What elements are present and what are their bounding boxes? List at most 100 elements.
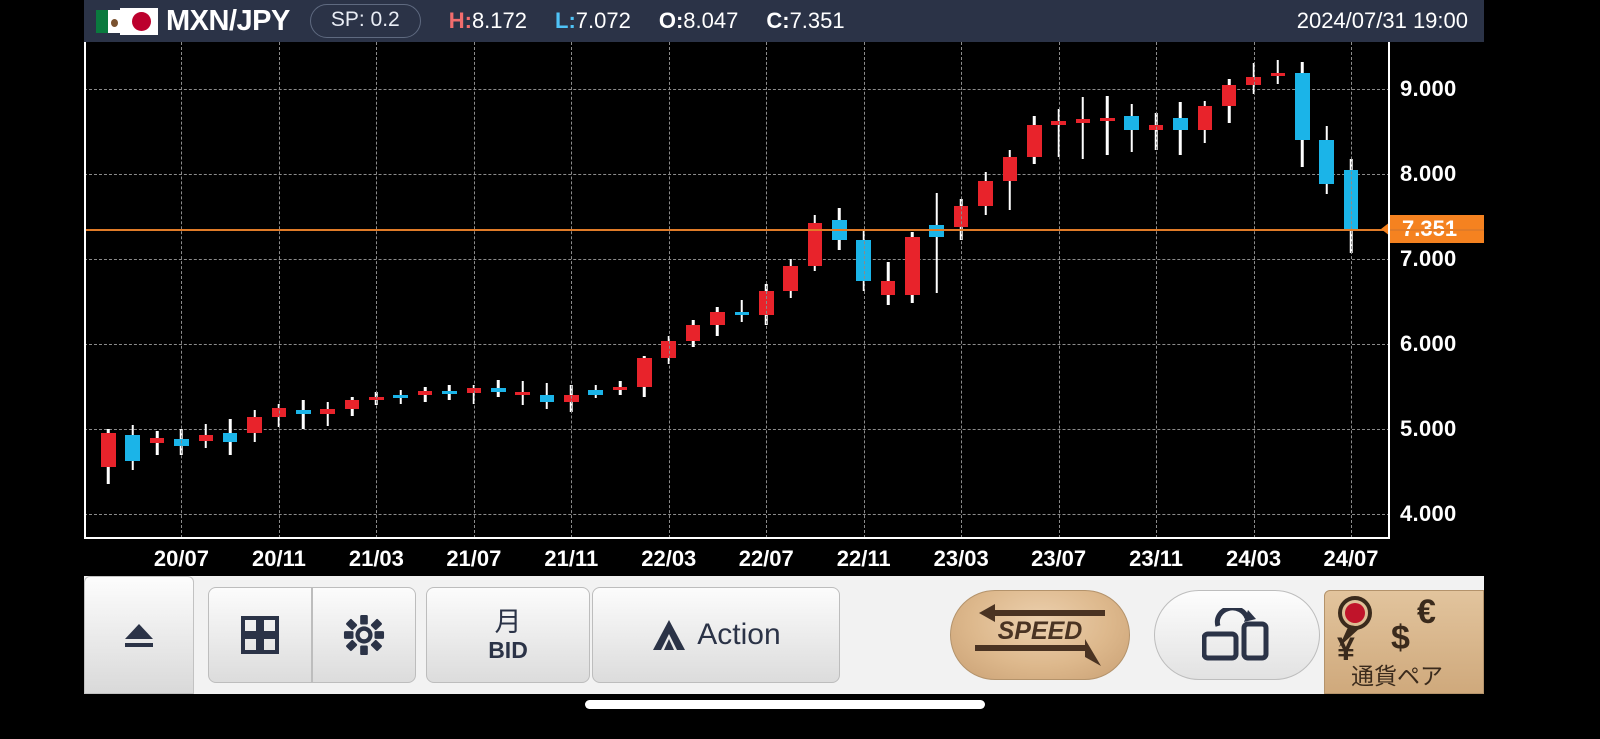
candle-body	[1295, 73, 1310, 139]
price-axis: 9.0008.0007.0006.0005.0004.0007.351	[1390, 42, 1484, 538]
candlestick	[1222, 42, 1237, 538]
euro-symbol: €	[1417, 593, 1436, 632]
timeframe-label: 月	[495, 607, 522, 637]
price-tick-label: 5.000	[1400, 416, 1457, 442]
candle-body	[125, 435, 140, 461]
candle-body	[1319, 140, 1334, 184]
candlestick	[101, 42, 116, 538]
currency-pair-title: MXN/JPY	[166, 5, 290, 38]
instrument-header: MXN/JPY SP: 0.2 H:8.172 L:7.072 O:8.047 …	[84, 0, 1484, 42]
candlestick	[150, 42, 165, 538]
time-tick-label: 20/07	[154, 546, 209, 572]
timeframe-group: 月 BID	[426, 587, 590, 683]
gridline-vertical	[1156, 42, 1157, 538]
candlestick-chart[interactable]	[84, 42, 1390, 538]
gridline-vertical	[864, 42, 865, 538]
candlestick	[1198, 42, 1213, 538]
mexico-seal-icon	[111, 19, 118, 27]
time-tick-label: 22/07	[739, 546, 794, 572]
time-tick-label: 24/03	[1226, 546, 1281, 572]
candlestick	[1295, 42, 1310, 538]
price-tick-label: 7.000	[1400, 246, 1457, 272]
candle-body	[345, 400, 360, 409]
eject-button[interactable]	[84, 576, 194, 694]
current-price-line-extension	[1390, 229, 1484, 231]
price-tick-label: 9.000	[1400, 76, 1457, 102]
time-tick-label: 21/11	[544, 546, 598, 572]
candle-wick	[1106, 96, 1109, 156]
gridline-vertical	[376, 42, 377, 538]
candlestick	[929, 42, 944, 538]
candle-body	[905, 237, 920, 295]
app-root: MXN/JPY SP: 0.2 H:8.172 L:7.072 O:8.047 …	[0, 0, 1600, 739]
candle-body	[199, 435, 214, 441]
candle-body	[393, 395, 408, 398]
open-value: O:8.047	[659, 8, 739, 34]
candlestick	[1124, 42, 1139, 538]
candle-body	[613, 387, 628, 390]
plot-border-right	[1388, 42, 1390, 538]
candle-body	[540, 395, 555, 402]
candle-wick	[326, 402, 329, 426]
candle-body	[442, 391, 457, 394]
candlestick	[320, 42, 335, 538]
gridline-vertical	[474, 42, 475, 538]
speed-button[interactable]: SPEED	[950, 590, 1130, 680]
grid-squares-icon	[240, 615, 280, 655]
candle-body	[1003, 157, 1018, 181]
candlestick	[686, 42, 701, 538]
candle-body	[735, 312, 750, 315]
speed-arrows-icon: SPEED	[965, 597, 1115, 673]
candle-body	[710, 312, 725, 326]
gridline-vertical	[279, 42, 280, 538]
candlestick	[1319, 42, 1334, 538]
timeframe-button[interactable]: 月 BID	[426, 587, 590, 683]
price-tick-label: 8.000	[1400, 161, 1457, 187]
time-tick-label: 20/11	[252, 546, 306, 572]
candle-body	[1100, 118, 1115, 121]
gridline-vertical	[766, 42, 767, 538]
candlestick	[1100, 42, 1115, 538]
high-number: 8.172	[472, 8, 527, 33]
candlestick	[491, 42, 506, 538]
price-tick-label: 4.000	[1400, 501, 1457, 527]
candle-body	[686, 325, 701, 340]
gridline-vertical	[571, 42, 572, 538]
currency-pair-button[interactable]: € $ ¥ 通貨ペア	[1324, 590, 1484, 694]
action-button[interactable]: Action	[592, 587, 840, 683]
low-key: L:	[555, 8, 576, 33]
candlestick	[783, 42, 798, 538]
candle-wick	[156, 431, 159, 455]
open-number: 8.047	[683, 8, 738, 33]
candle-wick	[1082, 97, 1085, 158]
speed-text: SPEED	[998, 617, 1083, 645]
low-value: L:7.072	[555, 8, 631, 34]
spread-badge: SP: 0.2	[310, 4, 421, 38]
right-bezel	[1484, 0, 1600, 739]
layout-grid-button[interactable]	[208, 587, 312, 683]
candlestick	[710, 42, 725, 538]
rotate-screen-icon	[1202, 608, 1272, 662]
gear-icon	[343, 614, 385, 656]
settings-button[interactable]	[312, 587, 416, 683]
candle-body	[320, 409, 335, 414]
home-indicator[interactable]	[585, 700, 985, 709]
time-tick-label: 24/07	[1323, 546, 1378, 572]
candle-body	[247, 417, 262, 433]
candle-body	[491, 388, 506, 391]
candlestick	[345, 42, 360, 538]
japan-sun-icon	[132, 12, 151, 31]
time-tick-label: 23/11	[1129, 546, 1183, 572]
candlestick	[223, 42, 238, 538]
candlestick	[442, 42, 457, 538]
candlestick	[515, 42, 530, 538]
candlestick	[905, 42, 920, 538]
candle-body	[1027, 125, 1042, 157]
dollar-symbol: $	[1391, 619, 1410, 658]
candlestick	[1271, 42, 1286, 538]
price-tick-label: 6.000	[1400, 331, 1457, 357]
candlestick	[199, 42, 214, 538]
rotate-screen-button[interactable]	[1154, 590, 1320, 680]
current-price-line	[84, 229, 1390, 231]
candle-body	[783, 266, 798, 292]
